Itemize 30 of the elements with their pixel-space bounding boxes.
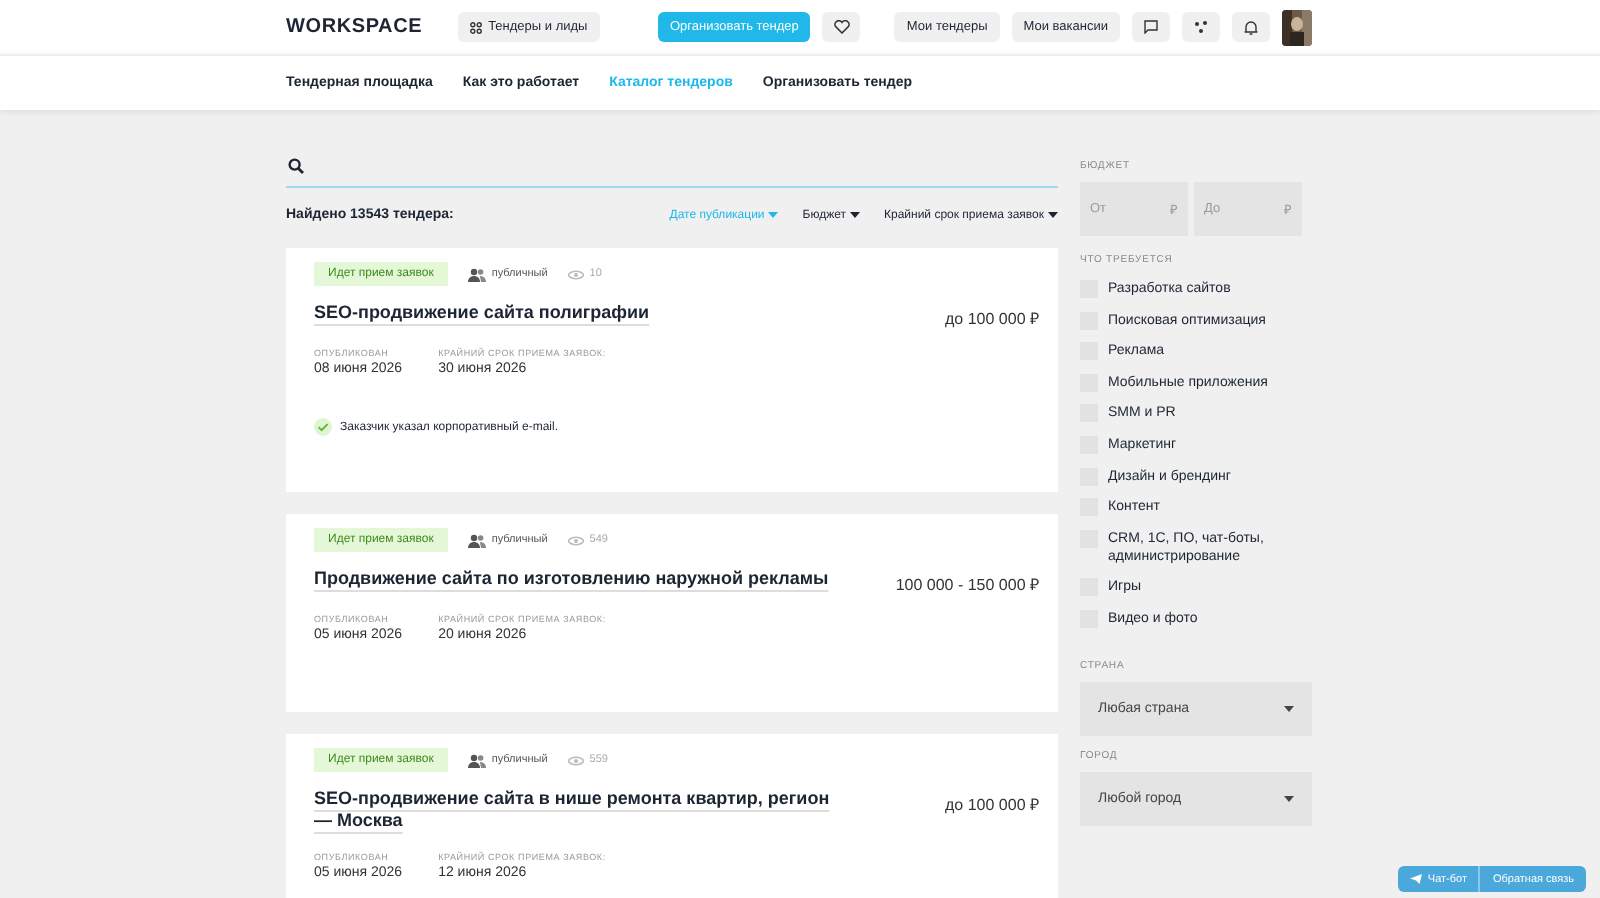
bell-icon [1244, 19, 1258, 35]
users-icon [467, 753, 486, 767]
connections-button[interactable] [1182, 12, 1220, 42]
tender-title[interactable]: SEO-продвижение сайта в нише ремонта квартир, регион — Москва [314, 788, 838, 832]
chat-icon [1144, 20, 1158, 34]
tender-price: 100 000 - 150 000 ₽ [895, 574, 1040, 594]
messages-button[interactable] [1132, 12, 1170, 42]
tender-price: до 100 000 ₽ [945, 308, 1040, 328]
caret-icon [1284, 705, 1294, 712]
caret-icon [850, 212, 860, 218]
heart-icon [833, 20, 850, 34]
tender-title[interactable]: Продвижение сайта по изготовлению наружной рекламы [314, 568, 838, 594]
check-icon [314, 418, 332, 436]
tender-price: до 100 000 ₽ [945, 794, 1040, 818]
tender-title[interactable]: SEO-продвижение сайта полиграфии [314, 302, 838, 328]
grid-icon [470, 21, 483, 33]
eye-icon [567, 535, 584, 545]
caret-icon [1284, 795, 1294, 802]
users-icon [467, 267, 486, 281]
nodes-icon [1194, 20, 1208, 34]
search-icon [288, 158, 304, 174]
eye-icon [567, 269, 584, 279]
caret-icon [768, 212, 779, 218]
eye-icon [567, 755, 584, 765]
users-icon [467, 533, 486, 547]
caret-icon [1048, 212, 1058, 218]
notifications-button[interactable] [1232, 12, 1270, 42]
favorites-button[interactable] [822, 12, 861, 42]
send-icon [1409, 874, 1422, 884]
logo[interactable]: WORKSPACE [286, 15, 423, 39]
